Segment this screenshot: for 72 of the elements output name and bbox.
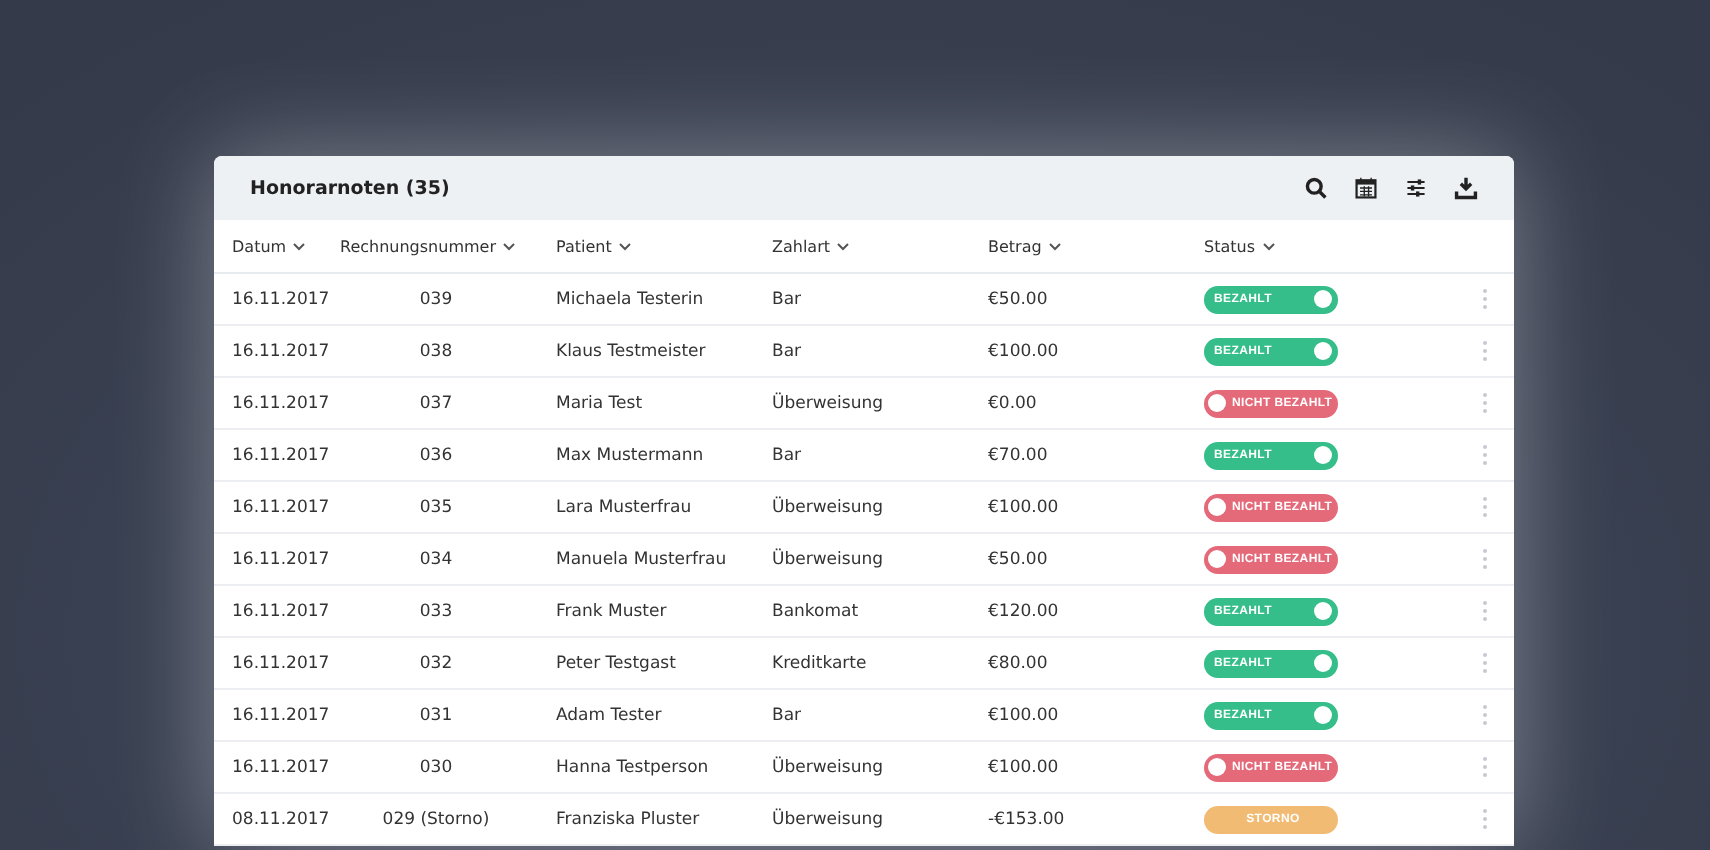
more-icon[interactable]: [1482, 496, 1488, 518]
more-icon[interactable]: [1482, 340, 1488, 362]
amount-cell-text: €100.00: [988, 705, 1061, 725]
payment-cell-text: Überweisung: [772, 549, 885, 569]
caret-icon: [836, 241, 851, 251]
calendar-icon[interactable]: [1354, 176, 1378, 200]
patient-cell-text: Michaela Testerin: [556, 289, 706, 309]
payment-cell-text: Bar: [772, 341, 804, 361]
date-cell-text: 16.11.2017: [232, 445, 332, 465]
amount-cell-text: €70.00: [988, 445, 1050, 465]
amount-cell-text: -€153.00: [988, 809, 1067, 829]
amount-cell-text: €100.00: [988, 757, 1061, 777]
payment-cell-text: Bar: [772, 445, 804, 465]
more-icon[interactable]: [1482, 808, 1488, 830]
more-icon[interactable]: [1482, 444, 1488, 466]
more-icon[interactable]: [1482, 288, 1488, 310]
date-cell-text: 16.11.2017: [232, 705, 332, 725]
amount-cell-text: €50.00: [988, 549, 1050, 569]
amount-cell-text: €120.00: [988, 601, 1061, 621]
patient-cell-text: Manuela Musterfrau: [556, 549, 729, 569]
amount-cell-text: €100.00: [988, 497, 1061, 517]
payment-cell-text: Bar: [772, 705, 804, 725]
patient-cell-text: Hanna Testperson: [556, 757, 711, 777]
date-cell-text: 16.11.2017: [232, 757, 332, 777]
patient-cell-text: Frank Muster: [556, 601, 669, 621]
patient-cell-text: Franziska Pluster: [556, 809, 702, 829]
amount-cell-text: €50.00: [988, 289, 1050, 309]
sliders-icon[interactable]: [1404, 176, 1428, 200]
amount-cell-text: €0.00: [988, 393, 1039, 413]
more-icon[interactable]: [1482, 548, 1488, 570]
amount-cell-text: €80.00: [988, 653, 1050, 673]
date-cell-text: 16.11.2017: [232, 289, 332, 309]
patient-cell-text: Klaus Testmeister: [556, 341, 708, 361]
column-header[interactable]: Status: [1204, 237, 1424, 255]
search-icon[interactable]: [1304, 176, 1328, 200]
more-icon[interactable]: [1482, 600, 1488, 622]
column-header[interactable]: Betrag: [988, 237, 1204, 255]
caret-icon: [292, 241, 307, 251]
payment-cell-text: Überweisung: [772, 497, 885, 517]
patient-cell-text: Maria Test: [556, 393, 645, 413]
payment-cell-text: Überweisung: [772, 757, 885, 777]
caret-icon: [1047, 241, 1062, 251]
payment-cell-text: Bankomat: [772, 601, 861, 621]
date-cell-text: 16.11.2017: [232, 549, 332, 569]
payment-cell-text: Überweisung: [772, 393, 885, 413]
caret-icon: [501, 241, 516, 251]
amount-cell-text: €100.00: [988, 341, 1061, 361]
patient-cell-text: Peter Testgast: [556, 653, 678, 673]
more-icon[interactable]: [1482, 652, 1488, 674]
date-cell-text: 16.11.2017: [232, 341, 332, 361]
more-icon[interactable]: [1482, 704, 1488, 726]
payment-cell-text: Kreditkarte: [772, 653, 869, 673]
card-title: Honorarnoten (35): [250, 177, 452, 199]
payment-cell-text: Überweisung: [772, 809, 885, 829]
patient-cell-text: Adam Tester: [556, 705, 664, 725]
date-cell-text: 16.11.2017: [232, 653, 332, 673]
column-header[interactable]: Rechnungsnummer: [340, 237, 556, 255]
date-cell-text: 16.11.2017: [232, 497, 332, 517]
column-header[interactable]: Zahlart: [772, 237, 988, 255]
date-cell-text: 08.11.2017: [232, 809, 332, 829]
patient-cell-text: Max Mustermann: [556, 445, 706, 465]
date-cell-text: 16.11.2017: [232, 393, 332, 413]
download-icon[interactable]: [1454, 176, 1478, 200]
column-header[interactable]: Datum: [232, 237, 340, 255]
patient-cell-text: Lara Musterfrau: [556, 497, 694, 517]
more-icon[interactable]: [1482, 756, 1488, 778]
date-cell-text: 16.11.2017: [232, 601, 332, 621]
caret-icon: [1261, 241, 1275, 251]
column-header[interactable]: Patient: [556, 237, 772, 255]
caret-icon: [617, 241, 632, 251]
more-icon[interactable]: [1482, 392, 1488, 414]
payment-cell-text: Bar: [772, 289, 804, 309]
